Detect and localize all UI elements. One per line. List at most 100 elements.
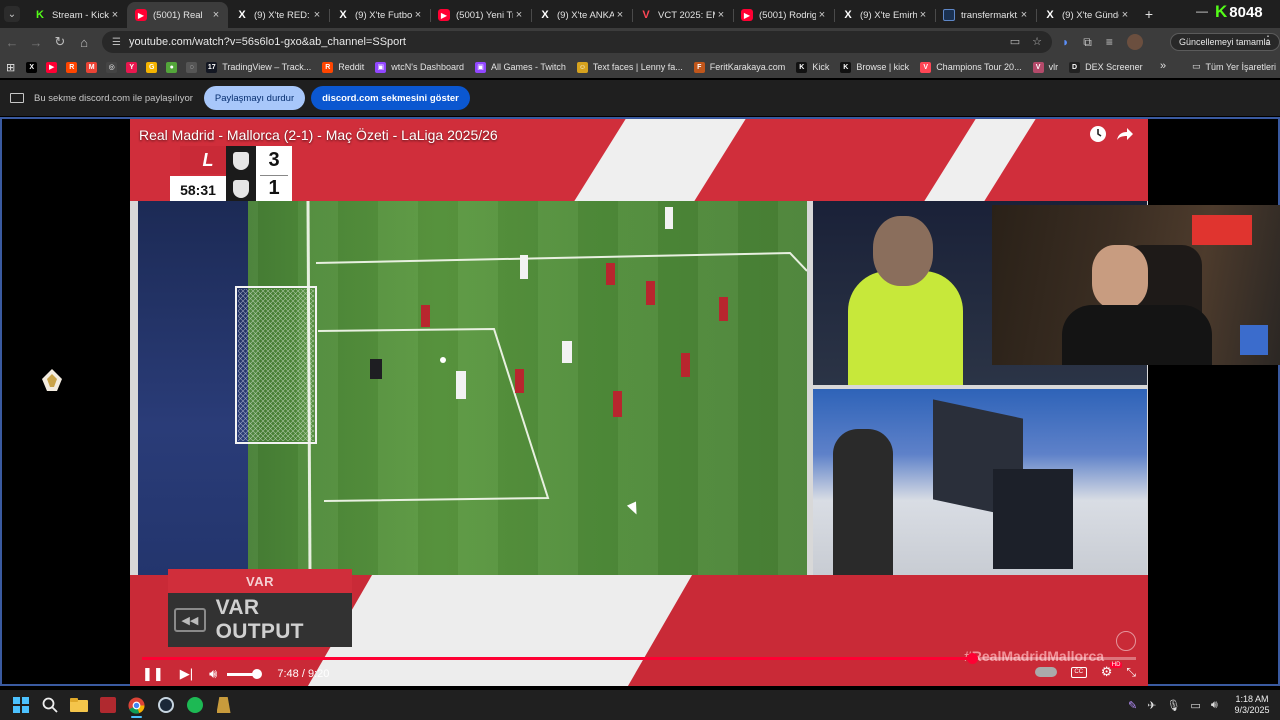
- bookmark-13[interactable]: ☺ Text faces | Lenny fa...: [576, 61, 683, 73]
- browser-toolbar: ← → ↻ ⌂ ☰ youtube.com/watch?v=56s6lo1-gx…: [0, 28, 1280, 56]
- bookmark-16[interactable]: K Browse | kick: [840, 61, 909, 73]
- home-score: 3: [268, 149, 280, 171]
- subtitles-icon[interactable]: CC: [1070, 666, 1087, 678]
- steam-icon[interactable]: [151, 690, 180, 720]
- tab-close-icon[interactable]: ×: [210, 9, 222, 21]
- bookmarks-overflow-icon[interactable]: »: [1160, 60, 1166, 72]
- tray-app-icon[interactable]: ✈: [1147, 699, 1156, 712]
- tab-1[interactable]: ▶ (5001) Real ×: [127, 2, 228, 28]
- tab-close-icon[interactable]: ×: [1119, 9, 1131, 21]
- bookmark-8[interactable]: ◌: [186, 61, 198, 73]
- system-clock[interactable]: 1:18 AM 9/3/2025: [1232, 694, 1272, 716]
- bookmark-10[interactable]: R Reddit: [322, 61, 364, 73]
- extensions-puzzle-icon[interactable]: ⧉: [1083, 35, 1092, 50]
- forward-icon[interactable]: →: [24, 35, 48, 50]
- bookmark-4[interactable]: ◎: [106, 61, 118, 73]
- tab-search-icon[interactable]: ⌄: [4, 6, 20, 22]
- bookmark-0[interactable]: X: [26, 61, 38, 73]
- network-icon[interactable]: ▭: [1190, 699, 1200, 712]
- extension-icon[interactable]: ◗: [1062, 35, 1069, 49]
- tab-3[interactable]: X (9) X'te Futbol ×: [329, 2, 430, 28]
- tab-7[interactable]: ▶ (5001) Rodrigo×: [733, 2, 834, 28]
- apps-grid-icon[interactable]: ⊞: [6, 61, 15, 74]
- bookmark-12[interactable]: ▣ All Games - Twitch: [475, 61, 566, 73]
- address-url[interactable]: youtube.com/watch?v=56s6lo1-gxo&ab_chann…: [129, 36, 406, 48]
- bookmark-9[interactable]: 17 TradingView – Track...: [206, 61, 311, 73]
- bookmark-2[interactable]: R: [66, 61, 78, 73]
- tab-9[interactable]: transfermarkt. ×: [935, 2, 1036, 28]
- volume-knob[interactable]: [252, 668, 263, 679]
- tab-close-icon[interactable]: ×: [816, 9, 828, 21]
- search-icon[interactable]: [35, 690, 64, 720]
- tab-close-icon[interactable]: ×: [109, 9, 121, 21]
- tab-5[interactable]: X (9) X'te ANKAR×: [531, 2, 632, 28]
- autoplay-toggle[interactable]: [1034, 667, 1057, 677]
- tab-6[interactable]: V VCT 2025: EME×: [632, 2, 733, 28]
- start-icon[interactable]: [6, 690, 35, 720]
- tab-close-icon[interactable]: ×: [917, 9, 929, 21]
- bookmark-1[interactable]: ▶: [46, 61, 58, 73]
- reload-icon[interactable]: ↻: [48, 34, 72, 50]
- tab-close-icon[interactable]: ×: [311, 9, 323, 21]
- bookmark-6[interactable]: G: [146, 61, 158, 73]
- bookmark-19[interactable]: D DEX Screener: [1069, 61, 1143, 73]
- bookmark-favicon-icon: ◎: [106, 61, 118, 73]
- league-client-icon[interactable]: [209, 690, 238, 720]
- tab-10[interactable]: X (9) X'te Günde ×: [1036, 2, 1137, 28]
- speaker-icon[interactable]: 🔊︎: [1211, 699, 1218, 712]
- pause-icon[interactable]: ❚❚: [142, 666, 164, 682]
- settings-gear-icon[interactable]: ⚙ HD: [1101, 662, 1123, 680]
- bookmark-5[interactable]: Y: [126, 61, 138, 73]
- bookmark-14[interactable]: F FeritKarakaya.com: [693, 61, 785, 73]
- broadcaster-logo-icon: [1116, 631, 1136, 651]
- volume-slider[interactable]: [227, 668, 263, 679]
- stop-sharing-button[interactable]: Paylaşmayı durdur: [203, 86, 306, 110]
- tab-0[interactable]: K Stream - Kick D×: [26, 2, 127, 28]
- home-icon[interactable]: ⌂: [72, 35, 96, 50]
- menu-kebab-icon[interactable]: ⋮: [1262, 33, 1274, 47]
- all-bookmarks[interactable]: ▭ Tüm Yer İşaretleri: [1192, 61, 1276, 72]
- tab-close-icon[interactable]: ×: [614, 9, 626, 21]
- bookmark-star-icon[interactable]: ☆: [1032, 35, 1042, 48]
- bookmark-17[interactable]: V Champions Tour 20...: [920, 61, 1022, 73]
- new-tab-icon[interactable]: +: [1137, 6, 1161, 22]
- spotify-icon[interactable]: [180, 690, 209, 720]
- tab-8[interactable]: X (9) X'te Emirha ×: [834, 2, 935, 28]
- tab-close-icon[interactable]: ×: [715, 9, 727, 21]
- next-video-icon[interactable]: ▶|: [180, 666, 193, 682]
- show-discord-tab-button[interactable]: discord.com sekmesini göster: [311, 86, 470, 110]
- video-title[interactable]: Real Madrid - Mallorca (2-1) - Maç Özeti…: [139, 127, 498, 143]
- watch-later-icon[interactable]: [1090, 126, 1106, 142]
- tab-2[interactable]: X (9) X'te RED: "Y×: [228, 2, 329, 28]
- tab-close-icon[interactable]: ×: [1018, 9, 1030, 21]
- bookmark-favicon-icon: ▣: [375, 61, 387, 73]
- progress-bar[interactable]: [142, 653, 1136, 664]
- cast-icon[interactable]: ▭: [1010, 35, 1020, 48]
- minimize-icon[interactable]: —: [1196, 4, 1208, 18]
- app-icon[interactable]: [93, 690, 122, 720]
- bookmark-18[interactable]: Vvlr: [1032, 61, 1058, 73]
- bookmark-7[interactable]: ●: [166, 61, 178, 73]
- progress-scrubber[interactable]: [966, 653, 978, 664]
- tab-close-icon[interactable]: ×: [513, 9, 525, 21]
- share-icon[interactable]: [1116, 126, 1134, 142]
- bookmark-3[interactable]: M: [86, 61, 98, 73]
- bookmark-favicon-icon: D: [1069, 61, 1081, 73]
- site-info-icon[interactable]: ☰: [112, 37, 121, 48]
- youtube-favicon-icon: ▶: [135, 9, 147, 21]
- tab-close-icon[interactable]: ×: [412, 9, 424, 21]
- bookmark-11[interactable]: ▣ wtcN's Dashboard: [375, 61, 464, 73]
- back-icon[interactable]: ←: [0, 35, 24, 50]
- tab-4[interactable]: ▶ (5001) Yeni Tra×: [430, 2, 531, 28]
- profile-avatar[interactable]: [1126, 34, 1143, 50]
- pen-icon[interactable]: ✎: [1128, 699, 1137, 712]
- microphone-icon[interactable]: 🎙︎: [1166, 699, 1180, 712]
- media-queue-icon[interactable]: ≡: [1106, 35, 1113, 49]
- volume-icon[interactable]: 🔊︎: [209, 666, 217, 682]
- file-explorer-icon[interactable]: [64, 690, 93, 720]
- exit-fullscreen-icon[interactable]: ⤡: [1126, 665, 1136, 680]
- chrome-icon[interactable]: [122, 690, 151, 720]
- address-bar[interactable]: ☰ youtube.com/watch?v=56s6lo1-gxo&ab_cha…: [102, 31, 1052, 53]
- bookmark-15[interactable]: K Kick: [796, 61, 829, 73]
- time-display: 7:48 / 9:20: [277, 668, 329, 680]
